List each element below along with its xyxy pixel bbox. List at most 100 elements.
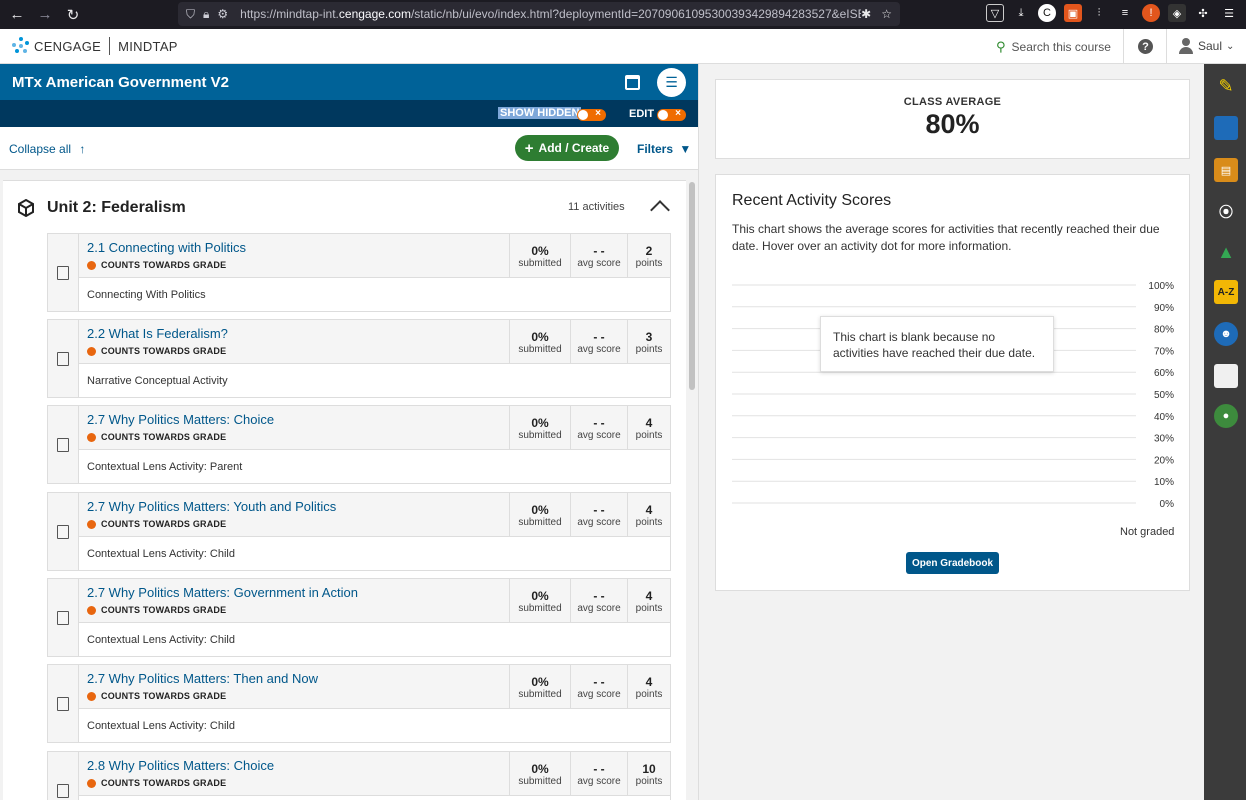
actions-bar: Collapse all ↑ + Add / Create Filters ▼ — [0, 127, 698, 170]
chart-y-tick-label: 30% — [1154, 434, 1174, 445]
help-icon[interactable]: ? — [1138, 39, 1153, 54]
arrow-up-icon: ↑ — [79, 142, 86, 156]
activity-title-link[interactable]: 2.7 Why Politics Matters: Government in … — [87, 585, 358, 600]
unit-title[interactable]: Unit 2: Federalism — [47, 199, 186, 217]
add-create-button[interactable]: + Add / Create — [515, 135, 619, 161]
submitted-stat: 0% submitted — [509, 579, 570, 623]
activity-row[interactable]: 2.1 Connecting with Politics COUNTS TOWAR… — [47, 233, 671, 312]
address-bar[interactable]: ⛉ 🔒︎ ⚙ https://mindtap-int.cengage.com/s… — [178, 2, 900, 26]
dictionary-icon[interactable]: A-Z — [1214, 280, 1238, 304]
activity-description: Contextual Lens Activity: Child — [87, 634, 235, 646]
ext-orange-circle-icon[interactable]: ! — [1142, 4, 1160, 22]
points-stat: 4 points — [627, 406, 670, 450]
activity-header: 2.7 Why Politics Matters: Choice COUNTS T… — [79, 406, 670, 450]
activity-row[interactable]: 2.2 What Is Federalism? COUNTS TOWARDS GR… — [47, 319, 671, 398]
show-hidden-toggle[interactable]: × — [577, 108, 606, 121]
document-icon — [57, 352, 69, 366]
ext-sliders-icon[interactable]: ≡ — [1116, 4, 1134, 22]
activity-type-cell — [48, 234, 79, 311]
activity-row[interactable]: 2.7 Why Politics Matters: Choice COUNTS T… — [47, 405, 671, 484]
chart-y-tick-label: 40% — [1154, 412, 1174, 423]
user-menu[interactable]: Saul ⌄ — [1178, 38, 1234, 54]
forward-icon[interactable]: → — [34, 4, 56, 26]
activity-title-link[interactable]: 2.7 Why Politics Matters: Choice — [87, 412, 274, 427]
activity-title-link[interactable]: 2.8 Why Politics Matters: Choice — [87, 758, 274, 773]
counts-towards-grade-badge: COUNTS TOWARDS GRADE — [87, 605, 226, 615]
cengage-logo-icon — [12, 37, 30, 55]
brain-icon[interactable]: ☻ — [1214, 322, 1238, 346]
activity-title-link[interactable]: 2.7 Why Politics Matters: Then and Now — [87, 671, 318, 686]
chart-y-tick-label: 50% — [1154, 390, 1174, 401]
avg-score-stat: - - avg score — [570, 752, 627, 796]
ext-bars-icon[interactable]: ⫶ — [1090, 4, 1108, 22]
menu-icon[interactable]: ☰ — [1220, 4, 1238, 22]
download-icon[interactable]: ⤓ — [1012, 4, 1030, 22]
activity-title-link[interactable]: 2.2 What Is Federalism? — [87, 326, 228, 341]
shield-icon: ⛉ — [186, 6, 196, 21]
ext-c-icon[interactable]: C — [1038, 4, 1056, 22]
activity-title-link[interactable]: 2.1 Connecting with Politics — [87, 240, 246, 255]
course-title: MTx American Government V2 — [12, 74, 230, 91]
open-gradebook-button[interactable]: Open Gradebook — [906, 552, 999, 574]
document-icon — [57, 784, 69, 798]
reload-icon[interactable]: ↻ — [62, 4, 84, 26]
filters-button[interactable]: Filters ▼ — [637, 142, 691, 156]
document-icon — [57, 525, 69, 539]
audio-icon[interactable]: ⦿ — [1214, 200, 1238, 224]
chart-blank-tooltip: This chart is blank because no activitie… — [820, 316, 1054, 372]
recent-scores-chart[interactable]: 100% 90% 80% 70% 60% 50% 40% 30% 20% 10% 0% — [716, 271, 1191, 511]
activity-type-cell — [48, 320, 79, 397]
activity-type-cell — [48, 579, 79, 656]
cengage-mindtap-logo[interactable]: CENGAGE MINDTAP — [12, 37, 178, 55]
counts-towards-grade-badge: COUNTS TOWARDS GRADE — [87, 691, 226, 701]
back-icon[interactable]: ← — [6, 4, 28, 26]
counts-towards-grade-badge: COUNTS TOWARDS GRADE — [87, 432, 226, 442]
search-course-button[interactable]: ⚲ Search this course — [996, 39, 1111, 55]
chart-y-tick-label: 90% — [1154, 303, 1174, 314]
points-stat: 4 points — [627, 579, 670, 623]
calendar-icon[interactable] — [625, 75, 640, 90]
avg-score-stat: - - avg score — [570, 665, 627, 709]
activity-description: Contextual Lens Activity: Parent — [87, 461, 243, 473]
not-graded-label: Not graded — [1120, 526, 1175, 538]
ext-orange-icon[interactable]: ▣ — [1064, 4, 1082, 22]
activity-type-cell — [48, 752, 79, 800]
chart-y-tick-label: 0% — [1160, 499, 1175, 510]
pencil-icon[interactable]: ✎ — [1214, 74, 1238, 98]
list-view-icon[interactable]: ☰ — [657, 68, 686, 97]
bookmark-star-icon[interactable]: ☆ — [881, 7, 892, 21]
chart-y-tick-label: 20% — [1154, 455, 1174, 466]
ext-dark-icon[interactable]: ◈ — [1168, 4, 1186, 22]
activity-list-area: Unit 2: Federalism 11 activities 2.1 Con… — [0, 170, 698, 800]
book-icon[interactable] — [1214, 116, 1238, 140]
profile-icon[interactable]: ● — [1214, 404, 1238, 428]
bug-icon[interactable]: ✱ — [861, 7, 871, 21]
submitted-stat: 0% submitted — [509, 665, 570, 709]
extensions-puzzle-icon[interactable]: ✣ — [1194, 4, 1212, 22]
activity-row[interactable]: 2.7 Why Politics Matters: Then and Now CO… — [47, 664, 671, 743]
grade-dot-icon — [87, 778, 96, 788]
points-stat: 10 points — [627, 752, 670, 796]
drive-icon[interactable]: ▲ — [1214, 240, 1238, 264]
activity-header: 2.8 Why Politics Matters: Choice COUNTS T… — [79, 752, 670, 796]
cube-icon — [18, 199, 34, 217]
counts-towards-grade-badge: COUNTS TOWARDS GRADE — [87, 519, 226, 529]
avg-score-stat: - - avg score — [570, 493, 627, 537]
activity-title-link[interactable]: 2.7 Why Politics Matters: Youth and Poli… — [87, 499, 336, 514]
pocket-icon[interactable]: ▽ — [986, 4, 1004, 22]
submitted-stat: 0% submitted — [509, 320, 570, 364]
activity-row[interactable]: 2.8 Why Politics Matters: Choice COUNTS T… — [47, 751, 671, 800]
plus-icon: + — [524, 139, 534, 157]
notes-icon[interactable] — [1214, 364, 1238, 388]
app-header: CENGAGE MINDTAP ⚲ Search this course ? S… — [0, 29, 1246, 64]
edit-toggle[interactable]: × — [657, 108, 686, 121]
chevron-up-icon[interactable] — [650, 200, 670, 220]
grade-dot-icon — [87, 691, 96, 701]
submitted-stat: 0% submitted — [509, 493, 570, 537]
activity-row[interactable]: 2.7 Why Politics Matters: Government in … — [47, 578, 671, 657]
reader-icon[interactable]: ▤ — [1214, 158, 1238, 182]
chart-y-tick-label: 70% — [1154, 346, 1174, 357]
list-scrollbar[interactable] — [689, 182, 695, 390]
collapse-all-button[interactable]: Collapse all ↑ — [9, 142, 85, 156]
activity-row[interactable]: 2.7 Why Politics Matters: Youth and Poli… — [47, 492, 671, 571]
